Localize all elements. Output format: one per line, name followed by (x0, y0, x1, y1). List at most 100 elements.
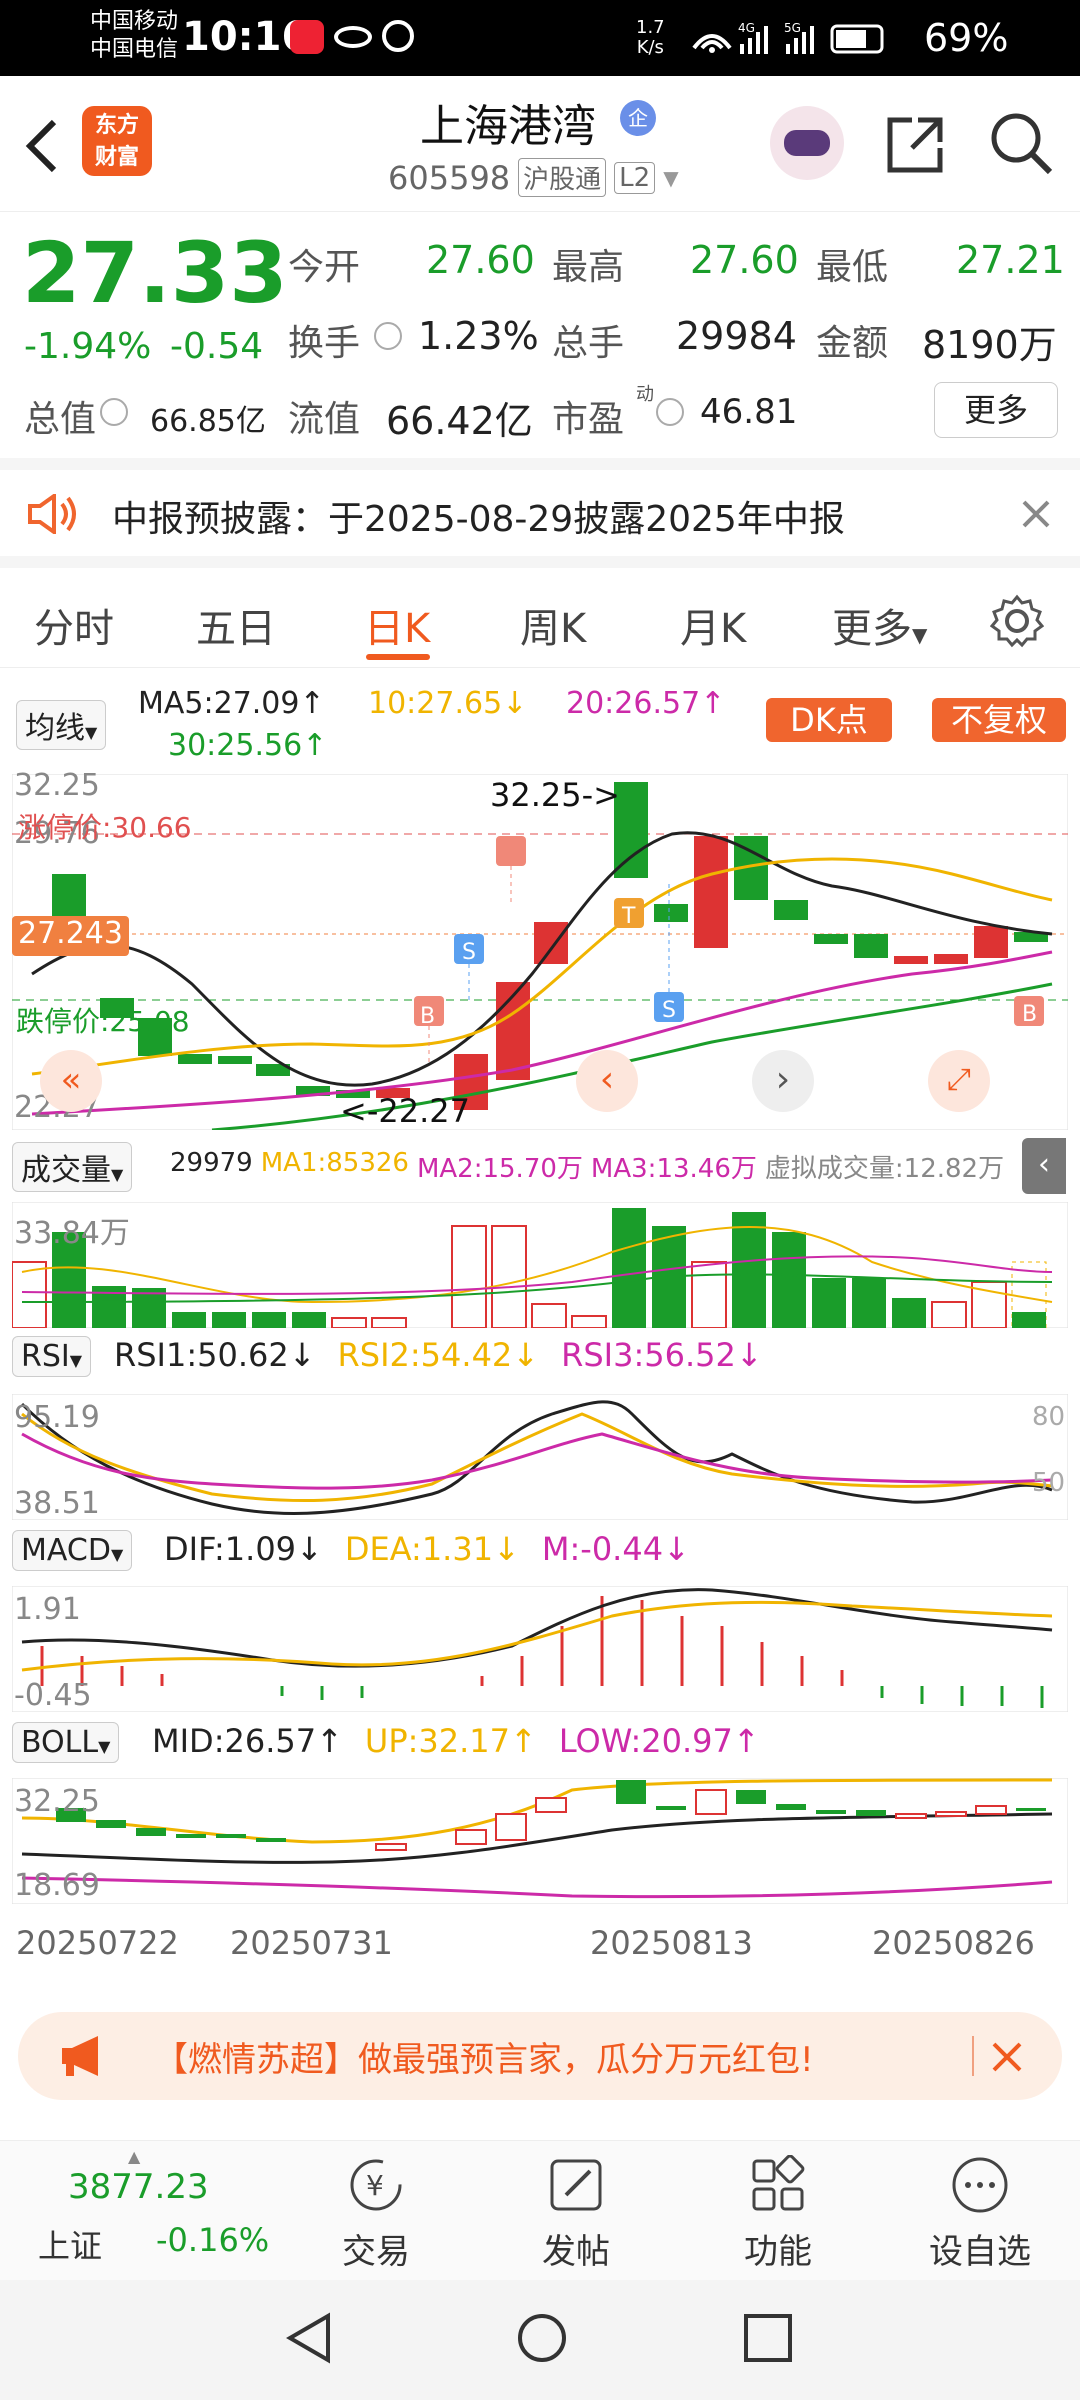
recents-square-icon[interactable] (742, 2312, 794, 2364)
app-logo[interactable]: 东方 财富 (82, 106, 152, 176)
macd-stats: DIF:1.09↓ DEA:1.31↓ M:-0.44↓ (164, 1530, 690, 1568)
enterprise-badge: 企 (620, 100, 656, 136)
high-label: 最高 (552, 247, 625, 288)
index-ticker[interactable] (0, 2141, 300, 2281)
ma10-label: 10:27.65 (368, 686, 503, 721)
scroll-to-start-button[interactable]: « (40, 1050, 102, 1112)
turnover-label: 换手 (288, 323, 361, 364)
close-icon[interactable] (1020, 498, 1052, 530)
search-icon[interactable] (988, 110, 1054, 176)
nav-post[interactable]: 发帖 (516, 2155, 636, 2273)
rsi-chart[interactable] (12, 1394, 1068, 1520)
dk-point-button[interactable]: DK点 (766, 698, 892, 742)
nav-add-watchlist[interactable]: 设自选 (920, 2155, 1040, 2273)
no-adjust-button[interactable]: 不复权 (932, 698, 1066, 742)
boll-selector[interactable]: BOLL▼ (12, 1722, 120, 1763)
macd-m-item: M:-0.44↓ (541, 1530, 690, 1568)
macd-selector[interactable]: MACD▼ (12, 1530, 133, 1571)
amount-value: 8190万 (922, 323, 1057, 367)
nav-add-watchlist-label: 设自选 (929, 2232, 1031, 2272)
volume-value: 29984 (676, 314, 797, 358)
dif-value: DIF:1.09 (164, 1530, 297, 1568)
volume-selector[interactable]: 成交量▼ (12, 1142, 133, 1192)
tab-weekly-k[interactable]: 周K (520, 596, 586, 654)
dropdown-icon[interactable]: ▼ (663, 166, 678, 190)
home-circle-icon[interactable] (514, 2310, 570, 2366)
promo-banner[interactable]: 【燃情苏超】做最强预言家，瓜分万元红包! (18, 2012, 1062, 2100)
limit-up-label: 涨停价:30.66 (18, 811, 192, 844)
gear-icon[interactable] (990, 594, 1044, 648)
nav-trade[interactable]: ¥ 交易 (316, 2155, 436, 2273)
nav-post-label: 发帖 (542, 2232, 610, 2272)
rsi-axis-top: 95.19 (14, 1400, 100, 1435)
quote-panel: 27.33 -1.94% -0.54 总值 66.85亿 今开 27.60 最高… (0, 212, 1080, 458)
boll-mid-item: MID:26.57↑ (152, 1722, 343, 1760)
rsi-selector-label: RSI (21, 1339, 70, 1374)
ma-selector[interactable]: 均线▼ (16, 700, 107, 750)
collapse-panel-button[interactable]: ‹ (1022, 1138, 1066, 1194)
tab-five-day[interactable]: 五日 (196, 596, 276, 654)
info-icon[interactable] (374, 322, 402, 350)
dropdown-icon: ▼ (69, 1351, 83, 1370)
dif-item: DIF:1.09↓ (164, 1530, 323, 1568)
low-annotation: <-22.27 (340, 1092, 470, 1130)
fullscreen-icon[interactable]: ⤢ (928, 1050, 990, 1112)
rsi3-value: RSI3:56.52 (561, 1336, 736, 1374)
date-label: 20250731 (230, 1924, 393, 1962)
tab-intraday[interactable]: 分时 (34, 596, 114, 654)
nav-trade-label: 交易 (342, 2232, 410, 2272)
stock-header: 东方 财富 上海港湾 企 605598 沪股通 L2 ▼ (0, 76, 1080, 212)
high-annotation: 32.25-> (490, 776, 620, 814)
low-value: 27.21 (956, 238, 1065, 282)
banner-divider (972, 2036, 974, 2076)
marker-label: S (462, 940, 476, 965)
network-speed: 1.7 K/s (636, 18, 665, 58)
assistant-avatar[interactable] (770, 106, 844, 180)
volume-ma1: MA1:85326 (260, 1148, 409, 1178)
close-icon[interactable] (990, 2040, 1024, 2074)
back-icon[interactable] (22, 116, 62, 176)
carrier-1: 中国移动 (90, 9, 179, 34)
nav-functions[interactable]: 功能 (718, 2154, 838, 2273)
boll-axis-top: 32.25 (14, 1784, 100, 1819)
logo-line1: 东方 (94, 113, 139, 138)
info-icon[interactable] (656, 398, 684, 426)
rsi-right-top: 80 (1032, 1402, 1066, 1432)
notice-text: 中报预披露：于2025-08-29披露2025年中报 (112, 499, 845, 540)
notice-bar[interactable]: 中报预披露：于2025-08-29披露2025年中报 (0, 458, 1080, 568)
tab-more-label: 更多 (832, 606, 912, 652)
scroll-left-button[interactable]: ‹ (576, 1050, 638, 1112)
share-icon[interactable] (884, 112, 948, 176)
system-nav-bar (0, 2280, 1080, 2400)
date-label: 20250826 (872, 1924, 1035, 1962)
open-value: 27.60 (426, 238, 535, 282)
volume-chart[interactable] (12, 1202, 1068, 1328)
tab-more[interactable]: 更多▼ (832, 596, 927, 654)
boll-chart[interactable] (12, 1778, 1068, 1904)
macd-axis-bottom: -0.45 (14, 1678, 92, 1713)
nav-functions-label: 功能 (744, 2232, 812, 2272)
tab-daily-k[interactable]: 日K (364, 596, 430, 654)
volume-ma2: MA2:15.70万 (416, 1154, 583, 1184)
carrier-2: 中国电信 (90, 37, 179, 62)
rsi1-value: RSI1:50.62 (114, 1336, 289, 1374)
tab-monthly-k[interactable]: 月K (680, 596, 746, 654)
current-price-tag: 27.243 (12, 916, 129, 956)
ma20-label: 20:26.57 (566, 686, 701, 721)
macd-chart[interactable] (12, 1586, 1068, 1712)
amount-label: 金额 (816, 323, 889, 364)
more-button[interactable]: 更多 (934, 382, 1058, 438)
scroll-right-button[interactable]: › (752, 1050, 814, 1112)
bottom-nav: ▲ 3877.23 上证 -0.16% ¥ 交易 发帖 功能 设自选 (0, 2140, 1080, 2280)
period-tabs: 分时 五日 日K 周K 月K 更多▼ (0, 568, 1080, 668)
boll-up-value: UP:32.17 (364, 1722, 510, 1760)
stock-code: 605598 (388, 158, 511, 197)
active-tab-indicator (366, 654, 430, 660)
rsi-selector[interactable]: RSI▼ (12, 1336, 92, 1377)
signal-icons: 4G 5G (692, 21, 884, 54)
dea-value: DEA:1.31 (344, 1530, 494, 1568)
info-icon[interactable] (100, 398, 128, 426)
macd-selector-label: MACD (21, 1533, 111, 1568)
back-triangle-icon[interactable] (282, 2310, 336, 2366)
svg-text:¥: ¥ (366, 2169, 384, 2202)
